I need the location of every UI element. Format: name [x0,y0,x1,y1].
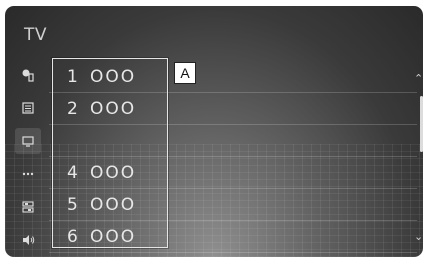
tv-button[interactable] [15,128,41,154]
source-button[interactable] [15,62,41,88]
scroll-down-button[interactable]: ⌄ [414,230,423,243]
chevron-up-icon: ⌃ [414,72,423,85]
page-title: TV [24,25,48,45]
callout-label: A [174,62,196,84]
volume-icon [23,235,35,245]
settings-button[interactable] [15,194,41,220]
program-guide-icon [22,102,34,114]
more-icon [22,172,34,176]
sidebar [15,62,41,257]
tv-icon [22,136,34,147]
settings-icon [22,201,34,213]
program-guide-button[interactable] [15,95,41,121]
chevron-down-icon: ⌄ [231,252,239,257]
more-button[interactable] [15,161,41,187]
highlight-box [52,58,168,248]
scroll-up-button[interactable]: ⌃ [414,72,423,85]
chevron-down-icon: ⌄ [414,230,423,243]
source-icon [22,69,34,82]
volume-button[interactable] [15,227,41,253]
scrollbar-thumb[interactable] [420,96,423,152]
